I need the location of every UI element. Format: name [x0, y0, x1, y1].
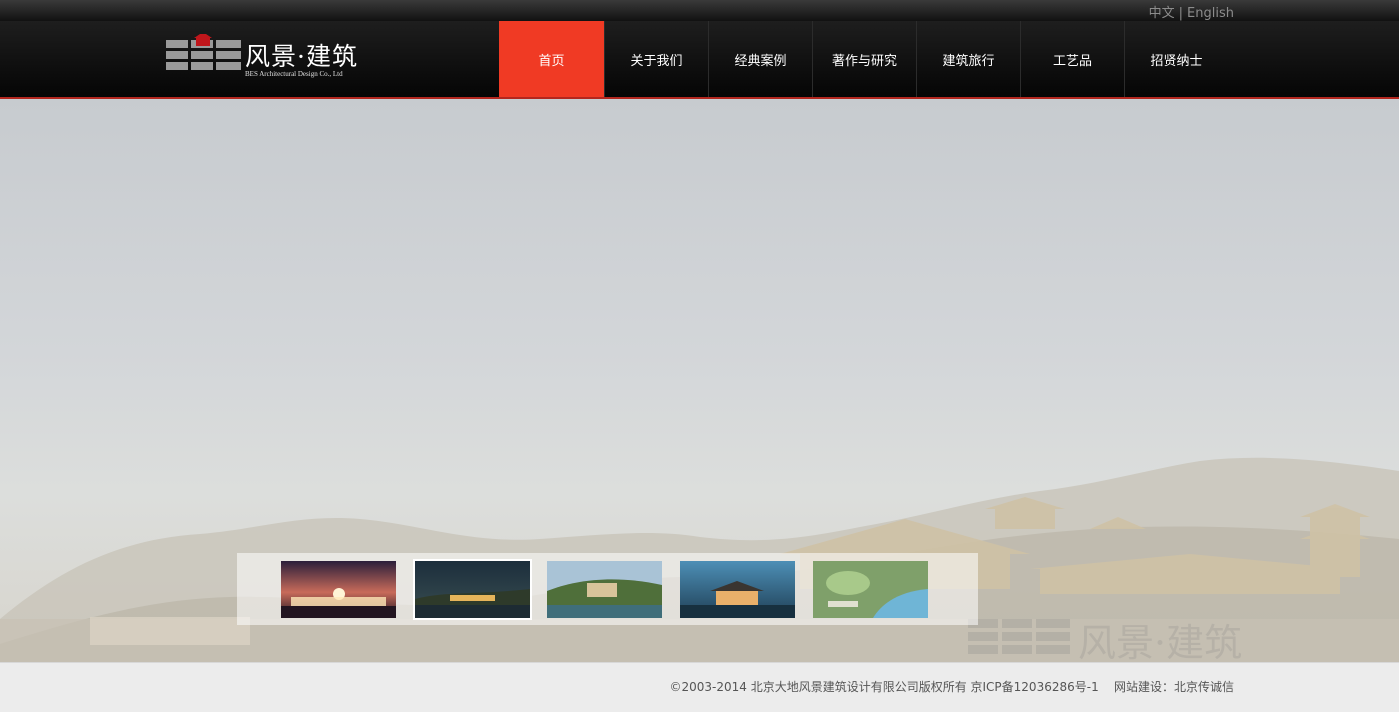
- nav-item-cases[interactable]: 经典案例: [708, 21, 812, 97]
- logo[interactable]: 风景·建筑 BES Architectural Design Co., Ltd: [165, 34, 365, 84]
- thumbnail-5[interactable]: [813, 561, 928, 618]
- hero-banner: 风景·建筑: [0, 99, 1399, 662]
- footer-copyright: ©2003-2014 北京大地风景建筑设计有限公司版权所有 京ICP备12036…: [669, 678, 1234, 695]
- hero-watermark-text: 风景·建筑: [1078, 621, 1242, 662]
- thumbnail-2-image: [415, 561, 530, 618]
- nav-item-home[interactable]: 首页: [499, 21, 604, 97]
- thumbnail-4-image: [680, 561, 795, 618]
- lang-english-link[interactable]: English: [1187, 6, 1234, 21]
- site-credit-link[interactable]: 网站建设：北京传诚信: [1114, 680, 1234, 694]
- language-bar: 中文 | English: [0, 0, 1399, 21]
- nav-item-about[interactable]: 关于我们: [604, 21, 708, 97]
- lang-separator: |: [1178, 6, 1184, 21]
- nav-item-travel[interactable]: 建筑旅行: [916, 21, 1020, 97]
- thumbnail-3[interactable]: [547, 561, 662, 618]
- logo-subtitle: BES Architectural Design Co., Ltd: [245, 70, 343, 78]
- language-switch: 中文 | English: [1149, 2, 1234, 21]
- hero-watermark-logo-icon: [968, 619, 1070, 654]
- thumbnail-3-image: [547, 561, 662, 618]
- copyright-text: ©2003-2014 北京大地风景建筑设计有限公司版权所有 京ICP备12036…: [669, 680, 1099, 694]
- thumbnail-2[interactable]: [413, 559, 532, 620]
- logo-title: 风景·建筑: [245, 42, 358, 71]
- main-nav: 首页 关于我们 经典案例 著作与研究 建筑旅行 工艺品 招贤纳士: [499, 21, 1228, 97]
- site-header: 风景·建筑 BES Architectural Design Co., Ltd …: [0, 21, 1399, 99]
- nav-item-research[interactable]: 著作与研究: [812, 21, 916, 97]
- thumbnail-4[interactable]: [680, 561, 795, 618]
- nav-item-careers[interactable]: 招贤纳士: [1124, 21, 1228, 97]
- nav-item-crafts[interactable]: 工艺品: [1020, 21, 1124, 97]
- logo-brick-icon: [166, 34, 241, 70]
- thumbnail-strip: [237, 553, 978, 625]
- thumbnail-1[interactable]: [281, 561, 396, 618]
- site-footer: ©2003-2014 北京大地风景建筑设计有限公司版权所有 京ICP备12036…: [0, 662, 1399, 712]
- thumbnail-1-image: [281, 561, 396, 618]
- lang-chinese-link[interactable]: 中文: [1149, 6, 1175, 21]
- thumbnail-5-image: [813, 561, 928, 618]
